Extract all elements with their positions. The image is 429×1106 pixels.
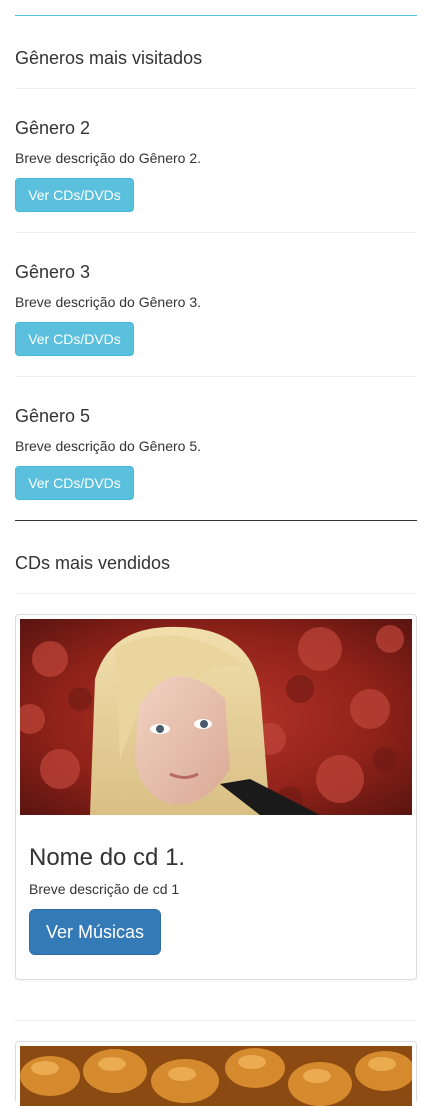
- view-cds-dvds-button[interactable]: Ver CDs/DVDs: [15, 322, 134, 356]
- genre-description: Breve descrição do Gênero 2.: [15, 150, 201, 166]
- cd-cover-image: [20, 1046, 412, 1106]
- top-divider: [15, 15, 417, 16]
- genre-description: Breve descrição do Gênero 5.: [15, 438, 201, 454]
- cds-section-title: CDs mais vendidos: [15, 553, 171, 573]
- genre-name: Gênero 2: [15, 118, 91, 138]
- view-cds-dvds-button[interactable]: Ver CDs/DVDs: [15, 178, 134, 212]
- section-divider: [15, 520, 417, 521]
- genre-name: Gênero 5: [15, 406, 91, 426]
- genre-name: Gênero 3: [15, 262, 91, 282]
- genres-title-divider: [15, 88, 417, 89]
- cd-description: Breve descrição de cd 1: [29, 881, 180, 897]
- cd-divider: [15, 1020, 417, 1021]
- cd-cover-image: [20, 619, 412, 815]
- view-songs-button[interactable]: Ver Músicas: [29, 909, 161, 955]
- genres-section-title: Gêneros mais visitados: [15, 48, 203, 68]
- genre-divider: [15, 232, 417, 233]
- cd-name: Nome do cd 1.: [29, 844, 186, 871]
- genre-description: Breve descrição do Gênero 3.: [15, 294, 201, 310]
- view-cds-dvds-button[interactable]: Ver CDs/DVDs: [15, 466, 134, 500]
- cd-card: Nome do cd 1. Breve descrição de cd 1 Ve…: [15, 614, 417, 980]
- cds-title-divider: [15, 593, 417, 594]
- genre-divider: [15, 376, 417, 377]
- cd-card: [15, 1041, 417, 1106]
